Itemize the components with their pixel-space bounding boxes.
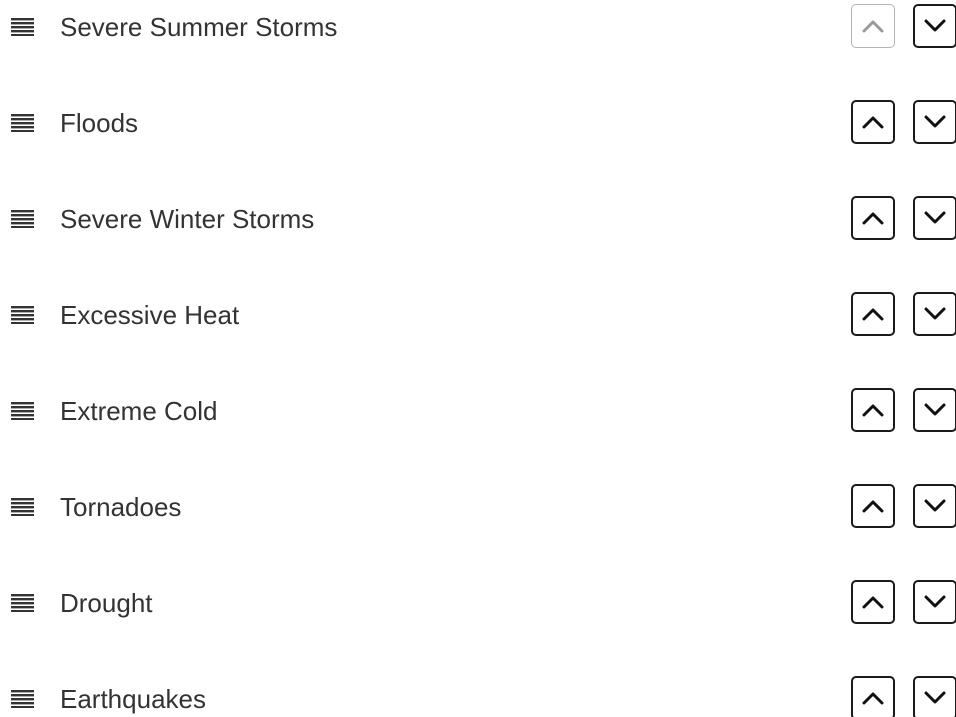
move-up-button[interactable] bbox=[851, 196, 895, 240]
rank-item[interactable]: Tornadoes bbox=[0, 482, 956, 532]
move-down-button[interactable] bbox=[913, 676, 956, 717]
chevron-up-icon bbox=[862, 20, 884, 33]
move-up-button[interactable] bbox=[851, 100, 895, 144]
rank-item[interactable]: Floods bbox=[0, 98, 956, 148]
move-up-button[interactable] bbox=[851, 292, 895, 336]
rank-item-label: Severe Winter Storms bbox=[60, 204, 315, 234]
rank-item-label: Floods bbox=[60, 108, 139, 138]
move-down-button[interactable] bbox=[913, 484, 956, 528]
move-up-button bbox=[851, 4, 895, 48]
chevron-up-icon bbox=[862, 308, 884, 321]
rank-item[interactable]: Extreme Cold bbox=[0, 386, 956, 436]
move-up-button[interactable] bbox=[851, 676, 895, 717]
chevron-up-icon bbox=[862, 500, 884, 513]
rank-item-label: Earthquakes bbox=[60, 684, 206, 714]
drag-handle-icon[interactable] bbox=[11, 114, 34, 132]
chevron-up-icon bbox=[862, 404, 884, 417]
drag-handle-icon[interactable] bbox=[11, 306, 34, 324]
drag-handle-icon[interactable] bbox=[11, 210, 34, 228]
drag-handle-icon[interactable] bbox=[11, 18, 34, 36]
rank-item[interactable]: Drought bbox=[0, 578, 956, 628]
move-down-button[interactable] bbox=[913, 580, 956, 624]
chevron-down-icon bbox=[924, 499, 946, 512]
drag-handle-icon[interactable] bbox=[11, 594, 34, 612]
chevron-down-icon bbox=[924, 115, 946, 128]
chevron-down-icon bbox=[924, 595, 946, 608]
drag-handle-icon[interactable] bbox=[11, 402, 34, 420]
rank-item[interactable]: Severe Winter Storms bbox=[0, 194, 956, 244]
drag-handle-icon[interactable] bbox=[11, 498, 34, 516]
move-down-button[interactable] bbox=[913, 388, 956, 432]
rank-item-label: Severe Summer Storms bbox=[60, 12, 338, 42]
chevron-up-icon bbox=[862, 212, 884, 225]
rank-item[interactable]: Earthquakes bbox=[0, 674, 956, 717]
chevron-down-icon bbox=[924, 307, 946, 320]
move-down-button[interactable] bbox=[913, 292, 956, 336]
move-down-button[interactable] bbox=[913, 4, 956, 48]
move-up-button[interactable] bbox=[851, 388, 895, 432]
chevron-up-icon bbox=[862, 596, 884, 609]
chevron-down-icon bbox=[924, 691, 946, 704]
rank-item-label: Extreme Cold bbox=[60, 396, 218, 426]
rank-item[interactable]: Excessive Heat bbox=[0, 290, 956, 340]
move-down-button[interactable] bbox=[913, 100, 956, 144]
drag-handle-icon[interactable] bbox=[11, 690, 34, 708]
rank-item-label: Excessive Heat bbox=[60, 300, 240, 330]
chevron-down-icon bbox=[924, 19, 946, 32]
chevron-down-icon bbox=[924, 211, 946, 224]
chevron-up-icon bbox=[862, 116, 884, 129]
move-up-button[interactable] bbox=[851, 580, 895, 624]
move-up-button[interactable] bbox=[851, 484, 895, 528]
rank-list: Severe Summer Storms Floods Severe Winter … bbox=[0, 0, 956, 717]
rank-item-label: Tornadoes bbox=[60, 492, 182, 522]
chevron-down-icon bbox=[924, 403, 946, 416]
move-down-button[interactable] bbox=[913, 196, 956, 240]
chevron-up-icon bbox=[862, 692, 884, 705]
rank-item[interactable]: Severe Summer Storms bbox=[0, 2, 956, 52]
rank-item-label: Drought bbox=[60, 588, 153, 618]
